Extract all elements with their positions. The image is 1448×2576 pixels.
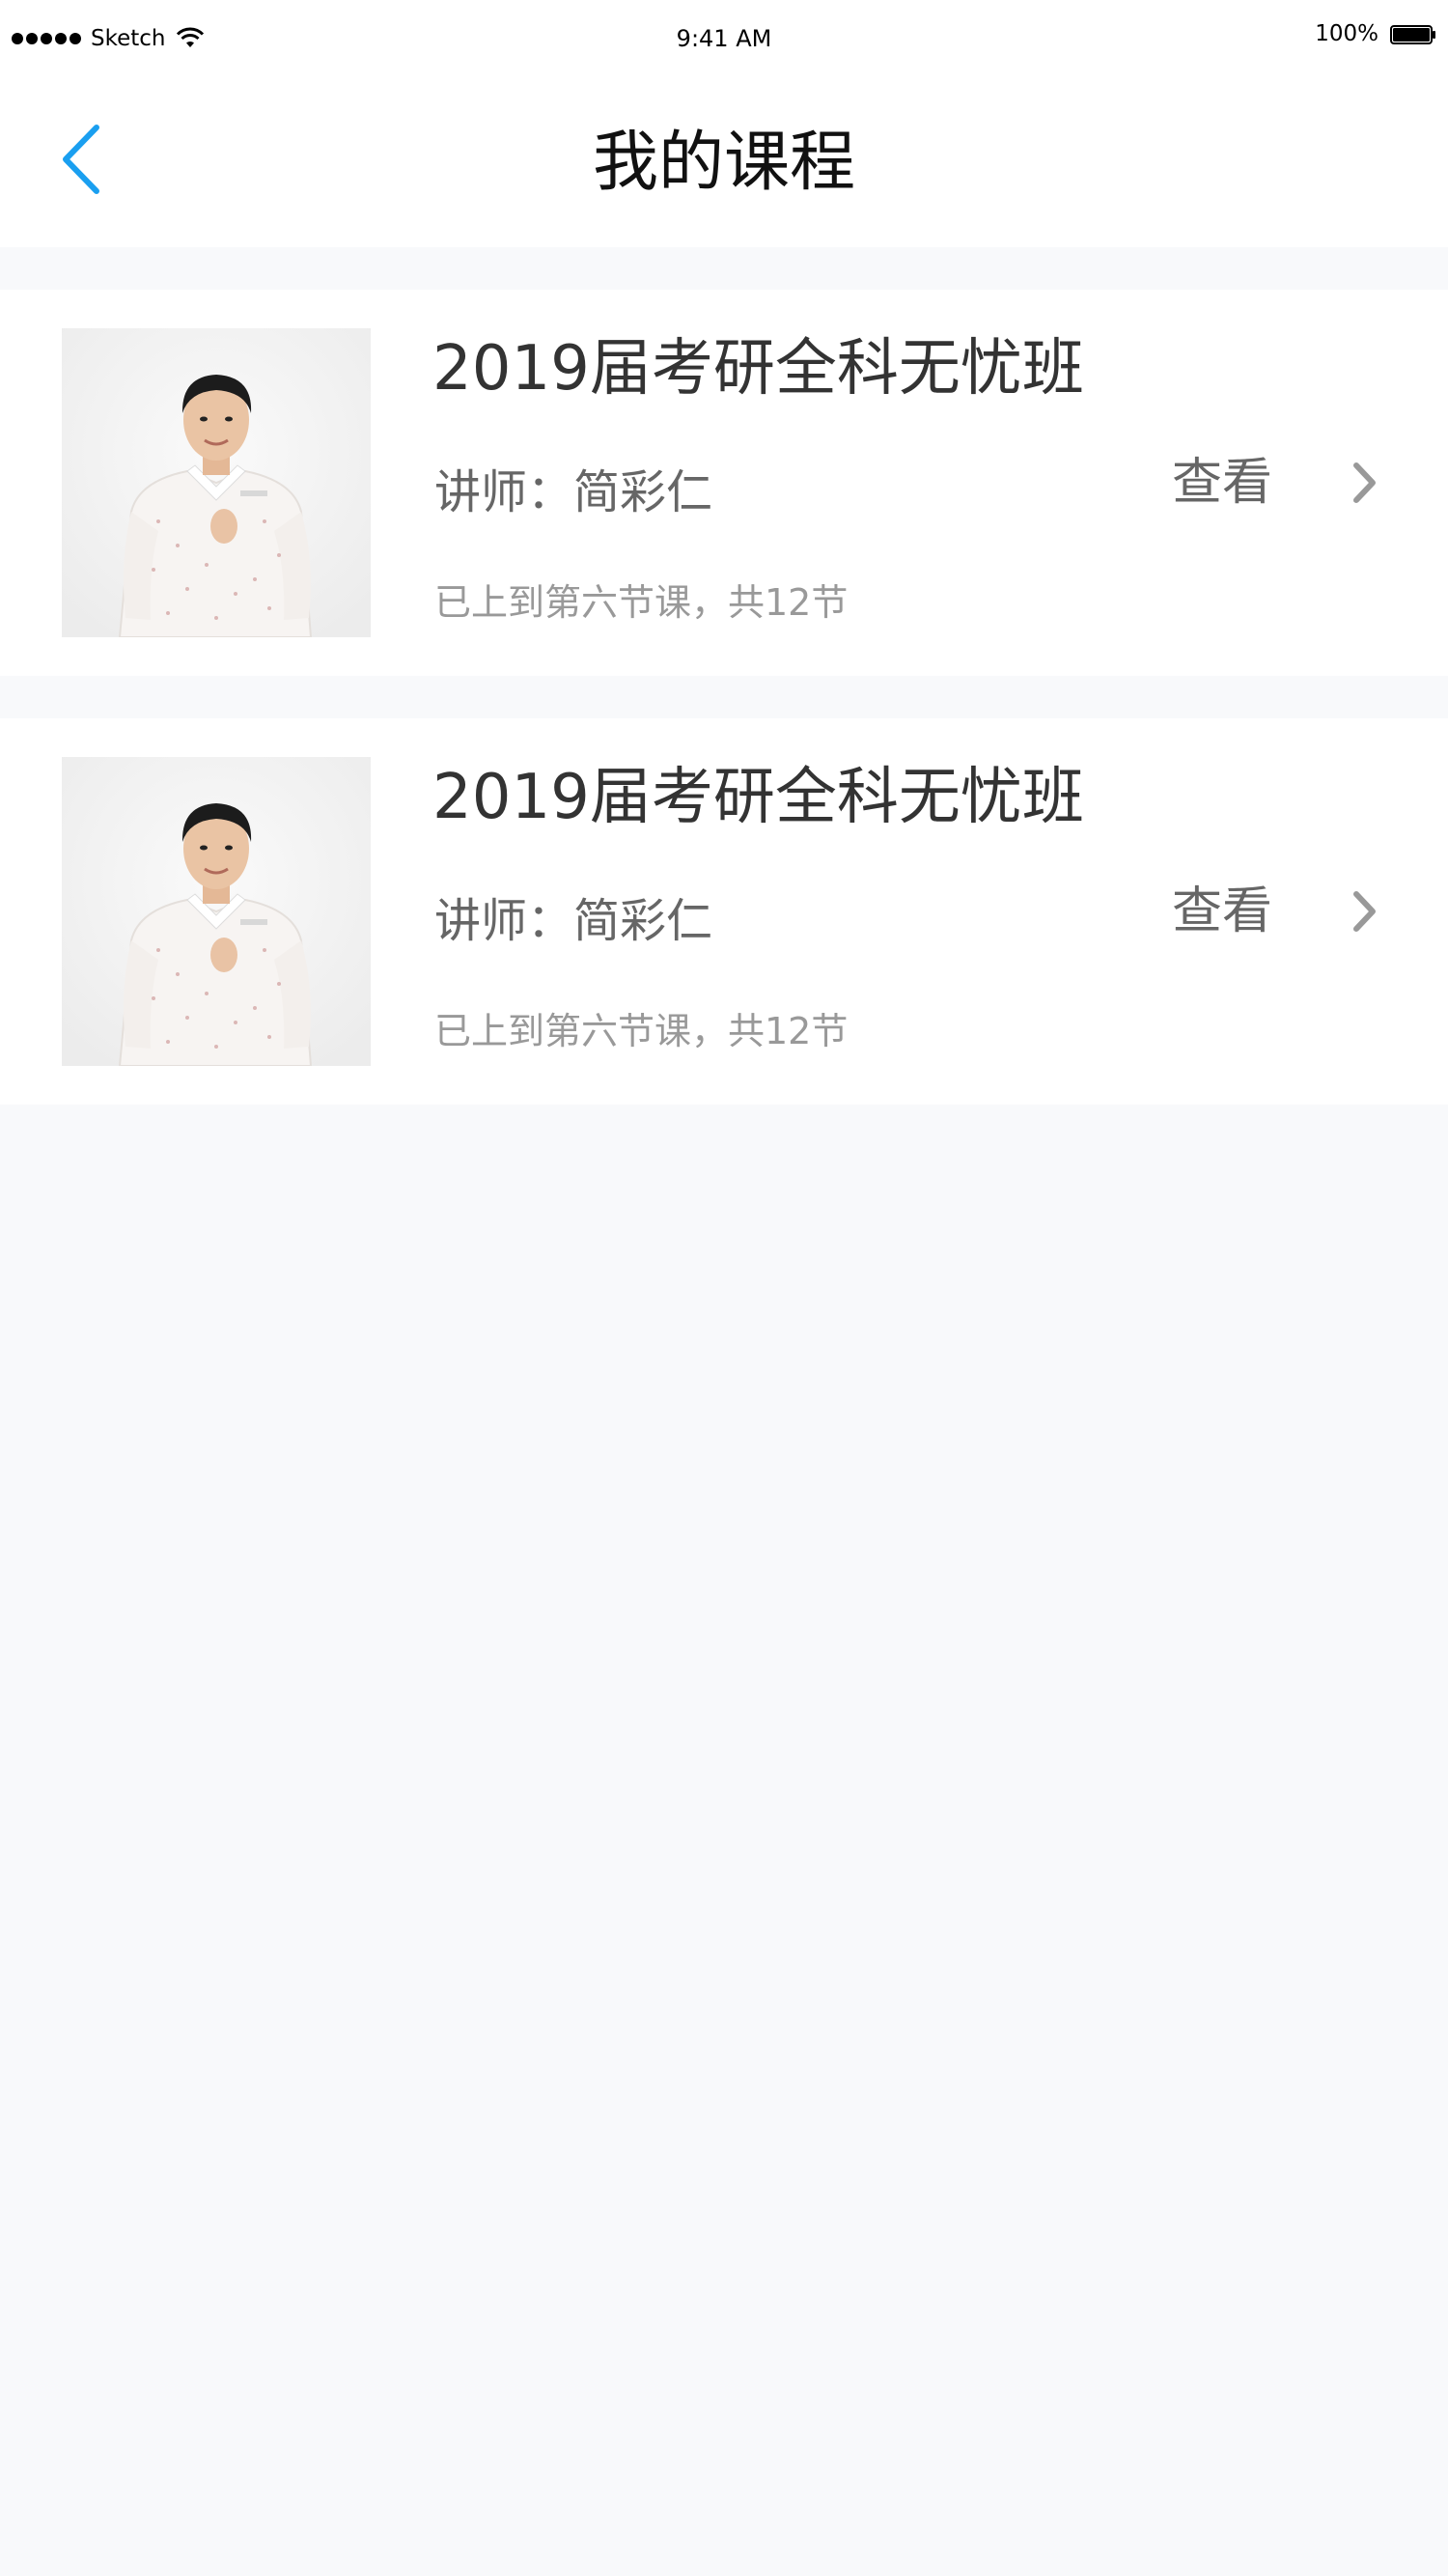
page-title: 我的课程 [592,125,855,201]
view-button-label: 查看 [1171,882,1272,940]
course-title: 2019届考研全科无忧班 [432,762,1084,833]
view-button-label: 查看 [1171,454,1272,512]
view-course-button[interactable]: 查看 [1172,873,1378,950]
teacher-photo-image [62,328,371,637]
course-title: 2019届考研全科无忧班 [432,333,1084,405]
view-course-button[interactable]: 查看 [1172,444,1378,521]
chevron-right-icon [1353,462,1376,503]
course-card[interactable]: 2019届考研全科无忧班 讲师：简彩仁 已上到第六节课，共12节 查看 [0,718,1448,1105]
course-teacher: 讲师：简彩仁 [434,465,713,519]
teacher-photo [62,328,371,637]
battery-icon [1390,24,1435,44]
course-list: 2019届考研全科无忧班 讲师：简彩仁 已上到第六节课，共12节 查看 2019… [0,290,1448,1147]
status-bar: Sketch 9:41 AM 100% [0,0,1448,77]
course-progress: 已上到第六节课，共12节 [434,1010,849,1052]
teacher-photo-image [62,757,371,1066]
chevron-right-icon [1353,891,1376,932]
course-card[interactable]: 2019届考研全科无忧班 讲师：简彩仁 已上到第六节课，共12节 查看 [0,290,1448,676]
teacher-photo [62,757,371,1066]
status-time: 9:41 AM [676,25,772,52]
battery-percentage: 100% [1315,21,1378,46]
navigation-bar: 我的课程 [0,77,1448,247]
course-progress: 已上到第六节课，共12节 [434,581,849,624]
course-teacher: 讲师：简彩仁 [434,894,713,948]
status-right: 100% [1315,23,1436,45]
